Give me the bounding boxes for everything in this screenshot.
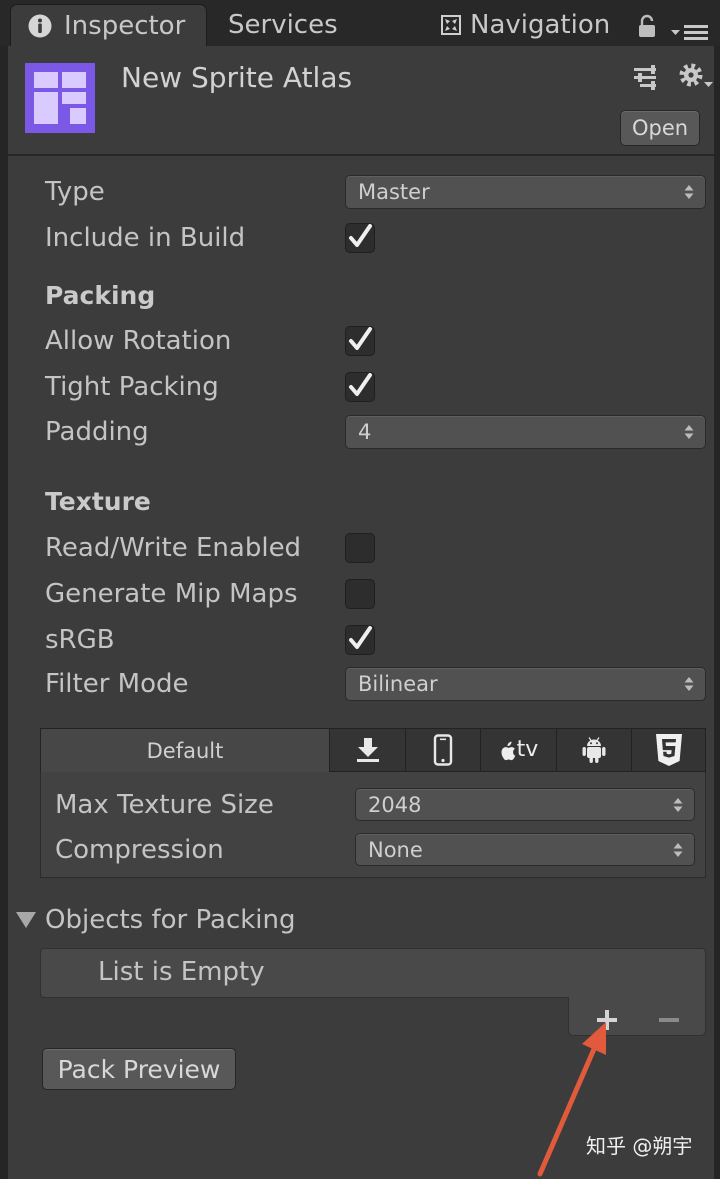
field-label: Generate Mip Maps bbox=[45, 579, 298, 609]
field-compression: Compression None bbox=[55, 830, 695, 870]
checkmark-icon bbox=[349, 626, 372, 649]
platform-tab-default[interactable]: Default bbox=[40, 728, 330, 772]
objects-for-packing-foldout[interactable]: Objects for Packing bbox=[14, 900, 434, 940]
field-tight-packing: Tight Packing bbox=[45, 367, 706, 407]
tight-packing-checkbox[interactable] bbox=[345, 372, 375, 402]
filter-mode-dropdown[interactable]: Bilinear bbox=[345, 667, 706, 701]
platform-tab-label: Default bbox=[146, 738, 224, 763]
dropdown-arrows-icon bbox=[684, 425, 694, 439]
field-generate-mip-maps: Generate Mip Maps bbox=[45, 574, 706, 614]
checkmark-icon bbox=[349, 224, 372, 247]
watermark: 知乎 @朔宇 bbox=[586, 1134, 693, 1158]
field-read-write-enabled: Read/Write Enabled bbox=[45, 528, 706, 568]
preset-icon[interactable] bbox=[632, 64, 660, 92]
platform-tab-tvos[interactable]: tv bbox=[481, 728, 557, 772]
sprite-atlas-icon bbox=[25, 63, 95, 133]
dropdown-value: 2048 bbox=[368, 793, 422, 817]
section-heading: Packing bbox=[45, 281, 156, 310]
section-heading: Texture bbox=[45, 487, 151, 516]
allow-rotation-checkbox[interactable] bbox=[345, 326, 375, 356]
apple-tv-icon: tv bbox=[499, 737, 539, 762]
info-icon bbox=[28, 14, 52, 38]
include-in-build-checkbox[interactable] bbox=[345, 223, 375, 253]
pack-preview-button[interactable]: Pack Preview bbox=[42, 1048, 236, 1090]
compression-dropdown[interactable]: None bbox=[355, 833, 695, 866]
dropdown-arrows-icon bbox=[684, 677, 694, 691]
max-texture-size-dropdown[interactable]: 2048 bbox=[355, 788, 695, 821]
field-label: Tight Packing bbox=[45, 372, 219, 402]
download-icon bbox=[355, 736, 381, 764]
field-label: Allow Rotation bbox=[45, 326, 232, 356]
generate-mip-maps-checkbox[interactable] bbox=[345, 579, 375, 609]
tab-label: Navigation bbox=[470, 10, 611, 40]
srgb-checkbox[interactable] bbox=[345, 625, 375, 655]
section-packing: Packing bbox=[45, 276, 706, 316]
platform-tab-ios[interactable] bbox=[406, 728, 481, 772]
foldout-label: Objects for Packing bbox=[45, 905, 296, 935]
dropdown-value: None bbox=[368, 838, 423, 862]
pack-preview-label: Pack Preview bbox=[57, 1054, 221, 1084]
field-label: Padding bbox=[45, 417, 149, 447]
platform-tab-standalone[interactable] bbox=[330, 728, 406, 772]
tab-bar: Inspector Services Navigation bbox=[0, 0, 720, 46]
dropdown-value: 4 bbox=[358, 420, 372, 444]
list-empty-text: List is Empty bbox=[98, 957, 265, 987]
platform-tab-webgl[interactable] bbox=[632, 728, 706, 772]
open-button-label: Open bbox=[631, 116, 689, 140]
field-label: Read/Write Enabled bbox=[45, 533, 302, 563]
dropdown-arrows-icon bbox=[673, 843, 683, 857]
tab-services[interactable]: Services bbox=[228, 4, 338, 46]
platform-tabs: Default tv bbox=[40, 728, 706, 772]
field-allow-rotation: Allow Rotation bbox=[45, 321, 706, 361]
field-type: Type Master bbox=[45, 172, 706, 212]
apple-tv-logo-text: tv bbox=[516, 737, 539, 762]
dropdown-value: Bilinear bbox=[358, 672, 438, 696]
objects-list: List is Empty bbox=[40, 948, 706, 998]
plus-icon[interactable] bbox=[597, 1010, 617, 1030]
phone-icon bbox=[433, 734, 453, 766]
tab-label: Services bbox=[228, 10, 338, 40]
open-button[interactable]: Open bbox=[620, 110, 700, 146]
dropdown-value: Master bbox=[358, 180, 430, 204]
section-texture: Texture bbox=[45, 482, 706, 522]
dropdown-arrows-icon bbox=[673, 798, 683, 812]
field-label: Max Texture Size bbox=[55, 790, 274, 820]
field-label: Filter Mode bbox=[45, 669, 189, 699]
field-label: Type bbox=[45, 177, 105, 207]
padding-dropdown[interactable]: 4 bbox=[345, 415, 706, 449]
field-max-texture-size: Max Texture Size 2048 bbox=[55, 785, 695, 825]
dropdown-arrows-icon bbox=[684, 185, 694, 199]
read-write-enabled-checkbox[interactable] bbox=[345, 533, 375, 563]
minus-icon[interactable] bbox=[659, 1018, 679, 1022]
checkmark-icon bbox=[349, 373, 372, 396]
field-label: Compression bbox=[55, 835, 224, 865]
navigation-icon bbox=[440, 14, 462, 36]
header-divider bbox=[8, 154, 714, 156]
platform-tab-android[interactable] bbox=[557, 728, 632, 772]
field-label: Include in Build bbox=[45, 223, 246, 253]
tab-menu-icon[interactable] bbox=[670, 22, 710, 42]
checkmark-icon bbox=[349, 327, 372, 350]
field-include-in-build: Include in Build bbox=[45, 218, 706, 258]
field-padding: Padding 4 bbox=[45, 412, 706, 452]
list-footer bbox=[568, 997, 706, 1036]
lock-icon[interactable] bbox=[638, 14, 656, 38]
foldout-arrow-icon[interactable] bbox=[15, 911, 37, 929]
apple-logo-icon bbox=[501, 741, 515, 761]
field-label: sRGB bbox=[45, 625, 115, 655]
settings-gear-icon[interactable] bbox=[678, 62, 714, 92]
type-dropdown[interactable]: Master bbox=[345, 175, 706, 209]
tab-inspector[interactable]: Inspector bbox=[10, 4, 207, 46]
tab-label: Inspector bbox=[64, 10, 186, 41]
asset-title: New Sprite Atlas bbox=[121, 61, 353, 94]
field-filter-mode: Filter Mode Bilinear bbox=[45, 664, 706, 704]
field-srgb: sRGB bbox=[45, 620, 706, 660]
android-icon bbox=[582, 736, 606, 764]
html5-icon bbox=[654, 733, 684, 767]
tab-navigation[interactable]: Navigation bbox=[440, 4, 610, 46]
